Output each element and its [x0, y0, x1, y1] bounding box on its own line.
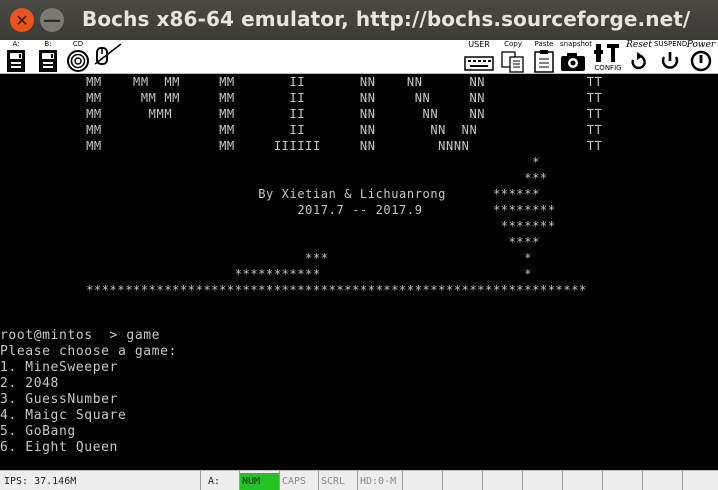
- status-divider: [642, 471, 643, 490]
- banner-line: *******: [0, 219, 556, 233]
- copy-label: Copy: [504, 40, 522, 48]
- config-label: CONFIG: [594, 64, 622, 72]
- bochs-toolbar: A: B: CD USER Copy Paste snapshot CONFIG…: [0, 40, 718, 74]
- console-line: 4. Maigc Square: [0, 408, 127, 423]
- window-titlebar: ✕ — Bochs x86-64 emulator, http://bochs.…: [0, 0, 718, 40]
- banner-line: ****: [0, 235, 540, 249]
- console-line: 5. GoBang: [0, 424, 76, 439]
- copy-button[interactable]: Copy: [500, 40, 526, 74]
- copy-icon: [501, 51, 524, 73]
- status-divider: [402, 471, 403, 490]
- banner-line: MM MM II NN NN NN TT: [0, 123, 603, 137]
- mouse-icon: [94, 43, 122, 65]
- status-divider: [562, 471, 563, 490]
- banner-line: ***: [0, 171, 548, 185]
- mouse-toggle-button[interactable]: [94, 40, 124, 74]
- window-title: Bochs x86-64 emulator, http://bochs.sour…: [82, 7, 691, 31]
- status-bar: IPS: 37.146M A: NUM CAPS SCRL HD:0-M: [0, 470, 718, 490]
- minimize-window-button[interactable]: —: [40, 8, 64, 32]
- cdrom-icon: [67, 50, 89, 72]
- banner-line: *: [0, 155, 540, 169]
- floppy-drive-icon: [39, 50, 57, 72]
- banner-line: MM MM IIIIII NN NNNN TT: [0, 139, 603, 153]
- suspend-label: SUSPEND: [654, 40, 688, 48]
- console-line: 3. GuessNumber: [0, 392, 118, 407]
- status-divider: [602, 471, 603, 490]
- console-line: 6. Eight Queen: [0, 440, 118, 455]
- banner-line: MM MM MM MM II NN NN NN TT: [0, 75, 603, 89]
- power-icon: [690, 50, 712, 72]
- keyboard-icon: [464, 56, 494, 71]
- cdrom-label: CD: [72, 40, 84, 48]
- banner-line: ****************************************…: [0, 283, 587, 297]
- snapshot-button[interactable]: snapshot: [558, 40, 594, 74]
- config-button[interactable]: CONFIG: [594, 40, 622, 74]
- ips-readout: IPS: 37.146M: [4, 476, 77, 487]
- console-line: Please choose a game:: [0, 344, 177, 359]
- banner-line: *********** *: [0, 267, 533, 281]
- paste-button[interactable]: Paste: [531, 40, 557, 74]
- status-divider: [442, 471, 443, 490]
- banner-line: MM MM MM MM II NN NN NN TT: [0, 91, 603, 105]
- close-icon: ✕: [15, 10, 29, 30]
- scroll-lock-indicator: SCRL: [321, 476, 346, 487]
- status-divider: [522, 471, 523, 490]
- suspend-icon: [661, 52, 679, 69]
- reset-button[interactable]: Reset: [624, 40, 654, 74]
- paste-label: Paste: [534, 40, 554, 48]
- snapshot-label: snapshot: [560, 40, 592, 48]
- floppy-drive-icon: [7, 50, 25, 72]
- user-label: USER: [468, 40, 490, 49]
- banner-line: 2017.7 -- 2017.9 ********: [0, 203, 556, 217]
- emulator-console-screen[interactable]: MM MM MM MM II NN NN NN TT MM MM MM MM I…: [0, 74, 718, 468]
- drive-indicator: A:: [208, 476, 221, 487]
- camera-icon: [561, 53, 585, 71]
- user-button[interactable]: USER: [463, 40, 495, 74]
- floppy-b-label: B:: [44, 40, 52, 48]
- suspend-button[interactable]: SUSPEND: [654, 40, 688, 74]
- cdrom-button[interactable]: CD: [66, 40, 90, 74]
- power-button[interactable]: Power: [686, 40, 716, 74]
- status-divider: [200, 471, 201, 490]
- floppy-a-button[interactable]: A:: [4, 40, 28, 74]
- banner-line: *** *: [0, 251, 533, 265]
- status-divider: [482, 471, 483, 490]
- reset-icon: [631, 52, 646, 70]
- num-lock-indicator: NUM: [240, 473, 279, 490]
- caps-lock-indicator: CAPS: [282, 476, 307, 487]
- paste-icon: [534, 50, 554, 73]
- console-line: root@mintos > game: [0, 328, 161, 343]
- console-line: 1. MineSweeper: [0, 360, 118, 375]
- floppy-a-label: A:: [12, 40, 20, 48]
- minimize-icon: —: [43, 9, 61, 31]
- status-divider: [682, 471, 683, 490]
- hard-disk-indicator: HD:0-M: [360, 476, 397, 487]
- console-line: 2. 2048: [0, 376, 59, 391]
- floppy-b-button[interactable]: B:: [36, 40, 60, 74]
- banner-line: MM MMM MM II NN NN NN TT: [0, 107, 603, 121]
- close-window-button[interactable]: ✕: [10, 8, 34, 32]
- banner-line: By Xietian & Lichuanrong ******: [0, 187, 540, 201]
